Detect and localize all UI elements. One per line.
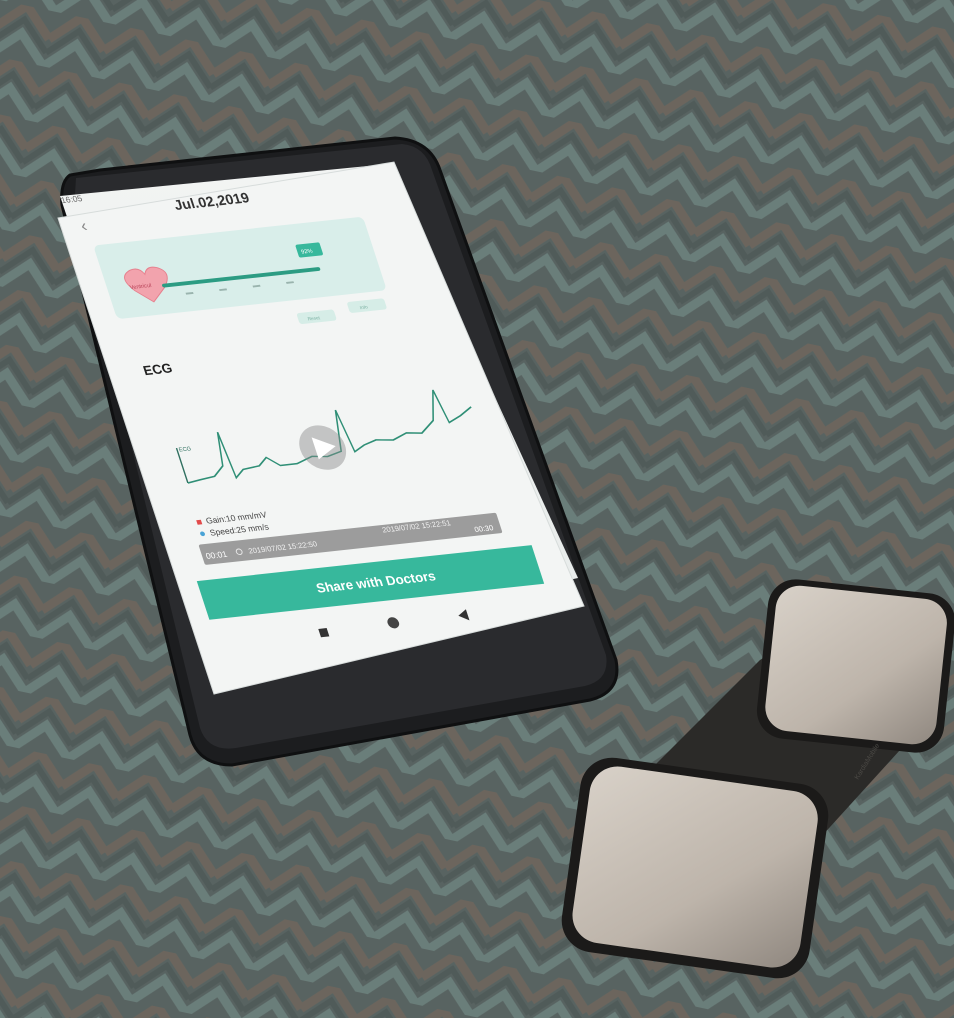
photo-scene: 16:05 ‹ Jul.02,2019 Ventricul 92% Reset … bbox=[0, 0, 954, 1018]
ecg-trace-label: ECG bbox=[178, 446, 192, 453]
electrode-pad-bottom bbox=[561, 757, 829, 979]
range-badge-text: 92% bbox=[301, 249, 314, 256]
ecg-heading: ECG bbox=[141, 361, 174, 379]
electrode-pad-top bbox=[756, 579, 954, 753]
